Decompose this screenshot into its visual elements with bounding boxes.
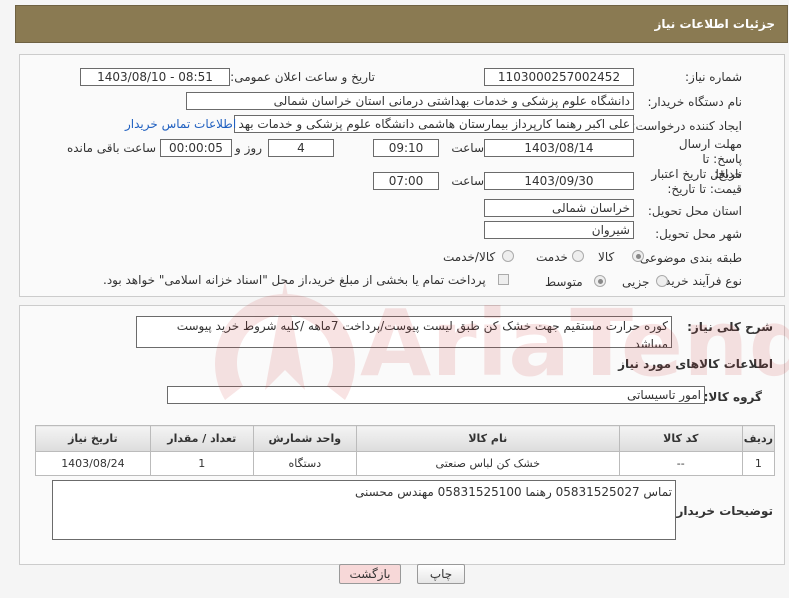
province-label: استان محل تحویل:	[647, 204, 742, 218]
payment-note: پرداخت تمام یا بخشی از مبلغ خرید،از محل …	[103, 273, 486, 287]
buyer-contact-link[interactable]: اطلاعات تماس خریدار	[125, 117, 236, 131]
days-label: روز و	[235, 141, 262, 155]
goods-table: ردیف کد کالا نام کالا واحد شمارش تعداد /…	[35, 425, 776, 476]
col-header-row-number: ردیف	[741, 425, 776, 452]
category-label: طبقه بندی موضوعی:	[635, 251, 742, 265]
cell-goods-name: خشک کن لباس صنعتی	[355, 451, 620, 476]
description-textarea[interactable]: کوره حرارت مستقیم جهت خشک کن طبق لیست پی…	[136, 316, 672, 348]
reply-time-label: ساعت	[451, 141, 484, 155]
city-field: شیروان	[484, 221, 634, 239]
remaining-time-field: 00:00:05	[160, 139, 232, 157]
reply-date-field: 1403/08/14	[484, 139, 634, 157]
goods-group-field: امور تاسیساتی	[167, 386, 705, 404]
price-date-field: 1403/09/30	[484, 172, 634, 190]
purchase-radio-minor[interactable]	[656, 275, 668, 287]
buyer-org-label: نام دستگاه خریدار:	[647, 95, 743, 109]
treasury-payment-checkbox[interactable]	[498, 274, 509, 285]
print-button[interactable]: چاپ	[417, 564, 465, 584]
creator-field: علی اکبر رهنما کارپرداز بیمارستان هاشمی …	[234, 115, 634, 133]
category-radio-goods[interactable]	[632, 250, 644, 262]
price-time-label: ساعت	[451, 174, 484, 188]
creator-label: ایجاد کننده درخواست:	[631, 119, 742, 133]
cell-row-number: 1	[741, 451, 776, 476]
buyer-org-field: دانشگاه علوم پزشکی و خدمات بهداشتی درمان…	[186, 92, 634, 110]
goods-section-title: اطلاعات کالاهای مورد نیاز	[618, 357, 773, 371]
province-field: خراسان شمالی	[484, 199, 634, 217]
buyer-notes-textarea[interactable]: تماس 05831525027 رهنما 05831525100 مهندس…	[52, 480, 676, 540]
col-header-goods-name: نام کالا	[355, 425, 620, 452]
description-label: شرح کلی نیاز:	[687, 320, 773, 334]
purchase-option-minor: جزیی	[622, 275, 650, 289]
announce-label: تاریخ و ساعت اعلان عمومی:	[230, 70, 375, 84]
price-deadline-label: حداقل تاریخ اعتبار قیمت: تا تاریخ:	[651, 167, 742, 196]
remaining-label: ساعت باقی مانده	[66, 141, 156, 155]
purchase-radio-medium[interactable]	[594, 275, 606, 287]
reply-time-field: 09:10	[373, 139, 439, 157]
city-label: شهر محل تحویل:	[655, 227, 742, 241]
table-row: 1 -- خشک کن لباس صنعتی دستگاه 1 1403/08/…	[35, 451, 776, 476]
col-header-goods-code: کد کالا	[618, 425, 743, 452]
category-option-goods-service: کالا/خدمت	[443, 250, 496, 264]
cell-goods-code: --	[618, 451, 743, 476]
table-header-row: ردیف کد کالا نام کالا واحد شمارش تعداد /…	[35, 425, 776, 452]
page-title: جزئیات اطلاعات نیاز	[654, 17, 775, 31]
cell-quantity: 1	[149, 451, 254, 476]
category-radio-goods-service[interactable]	[502, 250, 514, 262]
need-number-field: 1103000257002452	[484, 68, 634, 86]
buyer-notes-label: توضیحات خریدار:	[671, 504, 773, 518]
purchase-type-label: نوع فرآیند خرید :	[657, 274, 742, 288]
category-option-goods: کالا	[598, 250, 615, 264]
page-header: جزئیات اطلاعات نیاز	[15, 5, 788, 43]
col-header-quantity: تعداد / مقدار	[149, 425, 254, 452]
need-number-label: شماره نیاز:	[685, 70, 742, 84]
category-option-service: خدمت	[536, 250, 568, 264]
price-time-field: 07:00	[373, 172, 439, 190]
announce-field: 1403/08/10 - 08:51	[80, 68, 230, 86]
col-header-need-date: تاریخ نیاز	[35, 425, 151, 452]
days-field: 4	[268, 139, 334, 157]
goods-group-label: گروه کالا:	[703, 390, 762, 404]
col-header-unit: واحد شمارش	[252, 425, 357, 452]
category-radio-service[interactable]	[572, 250, 584, 262]
purchase-option-medium: متوسط	[545, 275, 583, 289]
back-button[interactable]: بازگشت	[339, 564, 401, 584]
cell-need-date: 1403/08/24	[35, 451, 151, 476]
cell-unit: دستگاه	[252, 451, 357, 476]
